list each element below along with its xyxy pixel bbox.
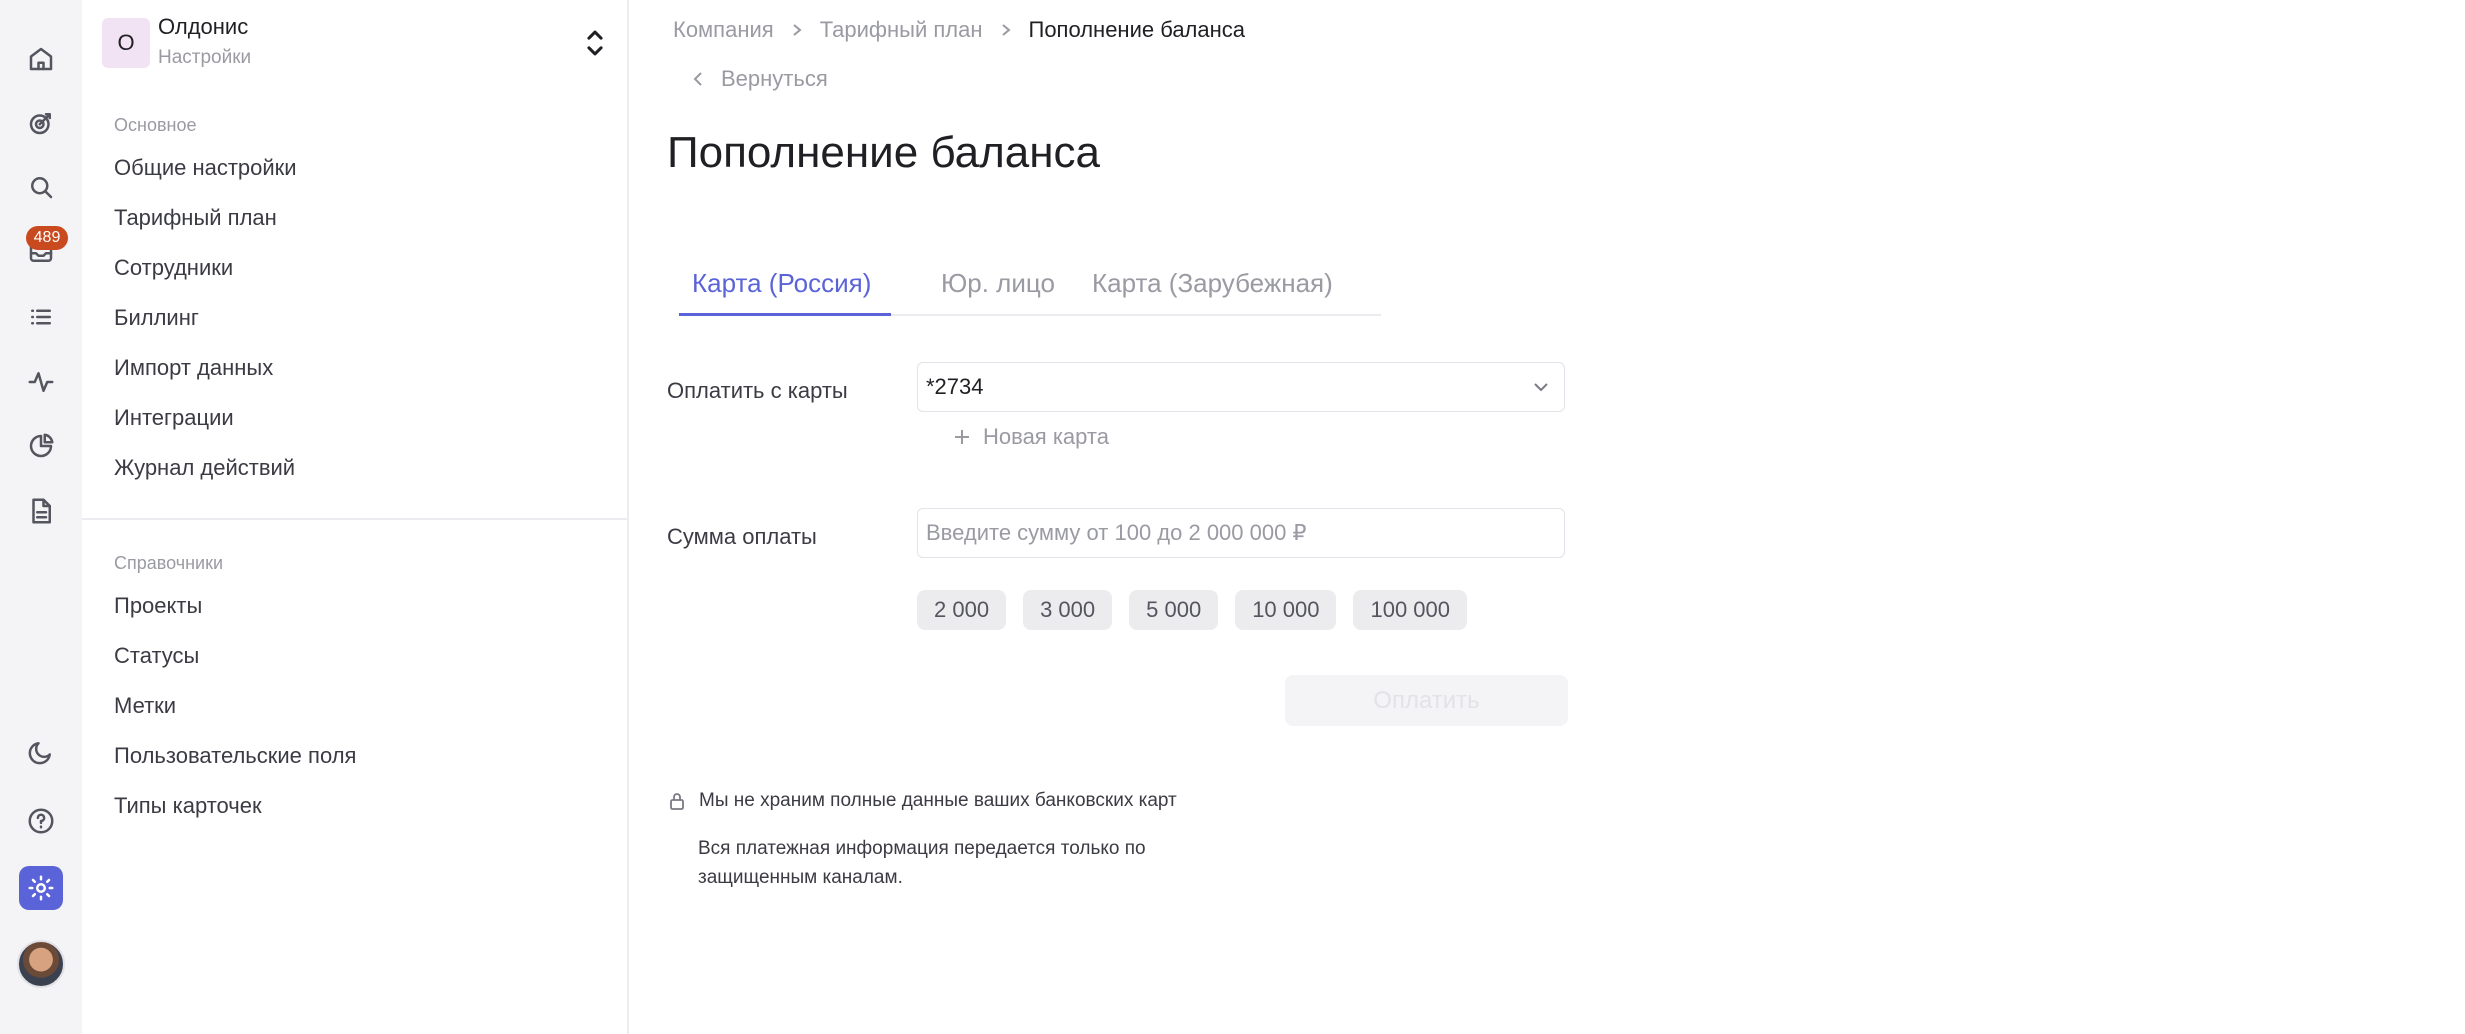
new-card-button[interactable]: Новая карта [953, 424, 1109, 450]
help-icon[interactable] [19, 799, 63, 843]
chevron-left-icon [693, 72, 702, 86]
card-select-value: *2734 [926, 374, 984, 399]
quick-amount-chip[interactable]: 2 000 [917, 590, 1007, 630]
tab-label: Юр. лицо [941, 268, 1055, 298]
card-label: Оплатить с карты [667, 378, 848, 403]
tab-card-russia[interactable]: Карта (Россия) [692, 268, 871, 299]
sidebar-item-tags[interactable]: Метки [114, 693, 176, 719]
pay-button[interactable]: Оплатить [1285, 675, 1568, 726]
sidebar-item-projects[interactable]: Проекты [114, 593, 202, 619]
tab-label: Карта (Россия) [692, 268, 872, 298]
payment-tabs: Карта (Россия) Юр. лицо Карта (Зарубежна… [679, 262, 1381, 316]
icon-rail: 489 [0, 0, 82, 1034]
page-title: Пополнение баланса [667, 128, 1101, 177]
back-link[interactable]: Вернуться [691, 66, 828, 92]
breadcrumb-tariff[interactable]: Тарифный план [820, 17, 983, 43]
active-tab-indicator [679, 313, 891, 316]
plus-icon [955, 430, 969, 444]
quick-amount-chip[interactable]: 100 000 [1353, 590, 1468, 630]
org-switch-chevron-icon[interactable] [582, 26, 608, 60]
document-icon[interactable] [19, 489, 63, 533]
breadcrumb: Компания Тарифный план Пополнение баланс… [673, 17, 1245, 43]
sidebar-item-activity-log[interactable]: Журнал действий [114, 455, 295, 481]
section-title-refs: Справочники [114, 553, 224, 573]
amount-input[interactable] [917, 508, 1565, 558]
org-subtitle: Настройки [158, 47, 252, 68]
amount-label: Сумма оплаты [667, 524, 817, 549]
quick-amount-chip[interactable]: 10 000 [1235, 590, 1337, 630]
security-note-title: Мы не храним полные данные ваших банковс… [699, 790, 1177, 811]
card-select[interactable]: *2734 [917, 362, 1565, 412]
settings-sidebar: О Олдонис Настройки Основное Общие настр… [82, 0, 629, 1034]
analytics-icon[interactable] [19, 424, 63, 468]
main-content: Компания Тарифный план Пополнение баланс… [631, 0, 2465, 1034]
sidebar-item-statuses[interactable]: Статусы [114, 643, 199, 669]
breadcrumb-company[interactable]: Компания [673, 17, 774, 43]
security-note: Мы не храним полные данные ваших банковс… [669, 790, 1177, 812]
new-card-label: Новая карта [983, 424, 1109, 449]
quick-amount-chip[interactable]: 3 000 [1023, 590, 1113, 630]
theme-moon-icon[interactable] [19, 730, 63, 774]
sidebar-item-general[interactable]: Общие настройки [114, 155, 297, 181]
section-title-main: Основное [114, 115, 197, 135]
sidebar-item-custom-fields[interactable]: Пользовательские поля [114, 743, 356, 769]
activity-icon[interactable] [19, 360, 63, 404]
chevron-right-icon [999, 17, 1013, 43]
sidebar-divider [82, 518, 629, 520]
lock-icon [670, 793, 684, 810]
sidebar-item-integrations[interactable]: Интеграции [114, 405, 234, 431]
chevron-down-icon [1534, 383, 1548, 392]
tab-label: Карта (Зарубежная) [1092, 268, 1333, 298]
tab-legal-entity[interactable]: Юр. лицо [941, 268, 1055, 299]
sidebar-item-import[interactable]: Импорт данных [114, 355, 273, 381]
user-avatar[interactable] [17, 940, 65, 988]
chevron-right-icon [790, 17, 804, 43]
org-logo: О [102, 18, 150, 68]
goals-icon[interactable] [19, 101, 63, 145]
sidebar-item-tariff[interactable]: Тарифный план [114, 205, 277, 231]
list-icon[interactable] [19, 295, 63, 339]
sidebar-item-employees[interactable]: Сотрудники [114, 255, 233, 281]
org-name: Олдонис [158, 14, 249, 39]
quick-amount-chip[interactable]: 5 000 [1129, 590, 1219, 630]
search-icon[interactable] [19, 165, 63, 209]
home-icon[interactable] [19, 37, 63, 81]
security-note-text: Вся платежная информация передается толь… [698, 838, 1146, 888]
back-label: Вернуться [721, 66, 828, 91]
inbox-count-badge: 489 [26, 226, 68, 250]
quick-amounts: 2 000 3 000 5 000 10 000 100 000 [917, 590, 1468, 630]
settings-icon[interactable] [19, 866, 63, 910]
sidebar-item-card-types[interactable]: Типы карточек [114, 793, 262, 819]
sidebar-item-billing[interactable]: Биллинг [114, 305, 199, 331]
breadcrumb-current: Пополнение баланса [1028, 17, 1246, 42]
tab-card-foreign[interactable]: Карта (Зарубежная) [1092, 268, 1333, 299]
